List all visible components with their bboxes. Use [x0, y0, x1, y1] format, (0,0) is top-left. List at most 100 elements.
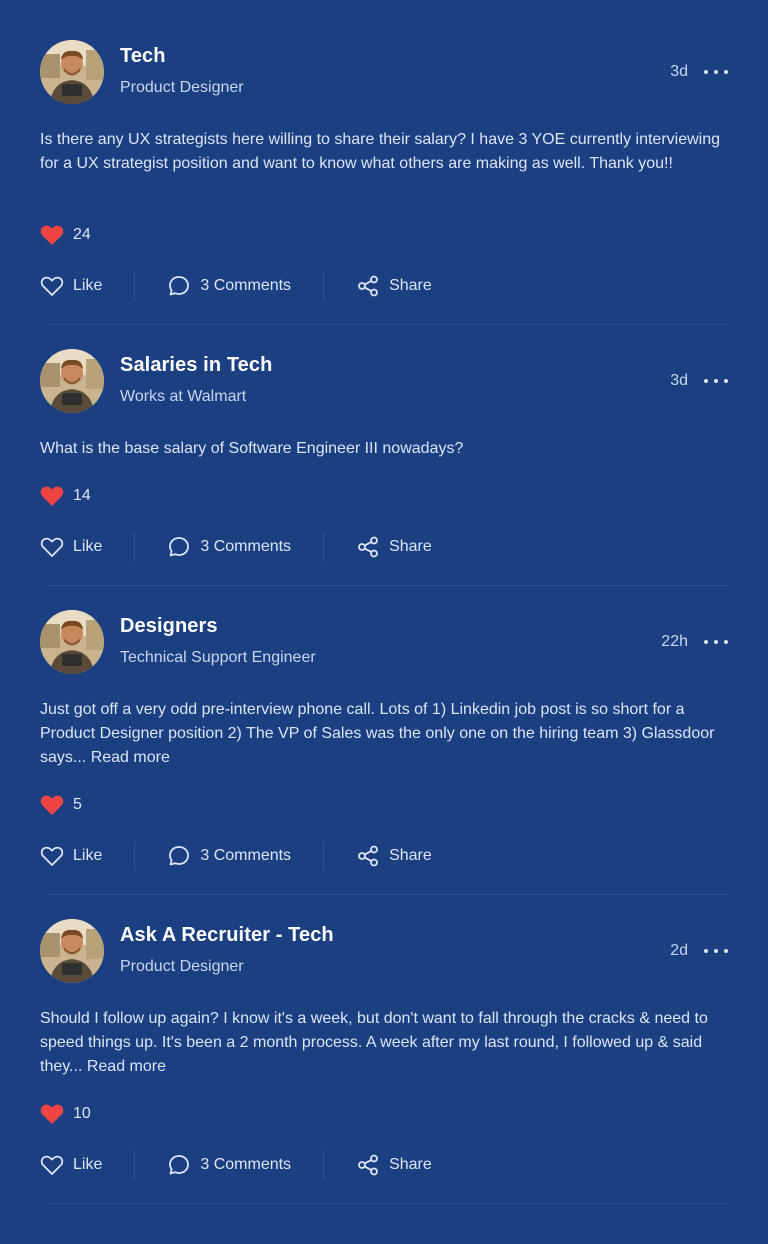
like-button[interactable]: Like [40, 1154, 102, 1176]
post-body: Is there any UX strategists here willing… [40, 131, 721, 172]
comments-button[interactable]: 3 Comments [167, 535, 291, 559]
post-header: Tech Product Designer 3d [40, 40, 728, 104]
heart-filled-icon [40, 225, 64, 245]
read-more-link[interactable]: Read more [87, 1058, 166, 1075]
post-header: Designers Technical Support Engineer 22h [40, 610, 728, 674]
share-label: Share [389, 277, 432, 294]
heart-filled-icon [40, 1104, 64, 1124]
group-name[interactable]: Designers [120, 615, 218, 638]
comments-button[interactable]: 3 Comments [167, 274, 291, 298]
more-options-icon[interactable] [704, 941, 728, 961]
like-button[interactable]: Like [40, 845, 102, 867]
post-text[interactable]: What is the base salary of Software Engi… [40, 437, 725, 461]
read-more-link[interactable]: Read more [91, 749, 170, 766]
post-header: Salaries in Tech Works at Walmart 3d [40, 349, 728, 413]
action-divider [134, 271, 136, 301]
comment-icon [169, 846, 190, 866]
heart-outline-icon [40, 537, 64, 557]
comment-icon [169, 537, 190, 557]
action-divider [134, 1150, 136, 1180]
comment-icon [169, 1155, 190, 1175]
like-button[interactable]: Like [40, 536, 102, 558]
post-actions: Like 3 Comments Share [40, 840, 432, 872]
like-count: 5 [73, 796, 82, 813]
avatar[interactable] [40, 40, 104, 104]
post-actions: Like 3 Comments Share [40, 1149, 432, 1181]
post-card: Ask A Recruiter - Tech Product Designer … [40, 919, 728, 1228]
action-divider [323, 1150, 325, 1180]
author-title: Product Designer [120, 958, 244, 975]
post-time: 22h [661, 633, 688, 650]
share-button[interactable]: Share [356, 1153, 432, 1177]
reactions: 24 [40, 224, 91, 246]
author-title: Technical Support Engineer [120, 649, 316, 666]
heart-filled-icon [40, 486, 64, 506]
post-time: 3d [670, 372, 688, 389]
share-button[interactable]: Share [356, 844, 432, 868]
action-divider [323, 532, 325, 562]
avatar[interactable] [40, 919, 104, 983]
post-actions: Like 3 Comments Share [40, 531, 432, 563]
post-header: Ask A Recruiter - Tech Product Designer … [40, 919, 728, 983]
post-actions: Like 3 Comments Share [40, 270, 432, 302]
post-time: 2d [670, 942, 688, 959]
share-label: Share [389, 847, 432, 864]
share-label: Share [389, 1156, 432, 1173]
author-title: Works at Walmart [120, 388, 247, 405]
reactions: 10 [40, 1103, 91, 1125]
like-label: Like [73, 1156, 103, 1173]
more-options-icon[interactable] [704, 632, 728, 652]
share-icon [358, 275, 378, 297]
post-text[interactable]: Should I follow up again? I know it's a … [40, 1007, 725, 1079]
post-divider [46, 1203, 728, 1204]
heart-outline-icon [40, 1155, 64, 1175]
group-name[interactable]: Tech [120, 45, 166, 68]
avatar[interactable] [40, 610, 104, 674]
like-label: Like [73, 277, 103, 294]
group-name[interactable]: Ask A Recruiter - Tech [120, 924, 334, 947]
post-time: 3d [670, 63, 688, 80]
share-icon [358, 1154, 378, 1176]
heart-outline-icon [40, 276, 64, 296]
share-icon [358, 845, 378, 867]
post-text[interactable]: Is there any UX strategists here willing… [40, 128, 725, 176]
post-card: Designers Technical Support Engineer 22h… [40, 610, 728, 919]
heart-filled-icon [40, 795, 64, 815]
share-icon [358, 536, 378, 558]
comments-button[interactable]: 3 Comments [167, 844, 291, 868]
comments-label: 3 Comments [200, 1156, 292, 1173]
more-options-icon[interactable] [704, 62, 728, 82]
post-text[interactable]: Just got off a very odd pre-interview ph… [40, 698, 725, 770]
post-card: Tech Product Designer 3d Is there any UX… [40, 40, 728, 349]
like-count: 14 [73, 487, 91, 504]
post-body: What is the base salary of Software Engi… [40, 440, 464, 457]
comments-label: 3 Comments [200, 847, 292, 864]
post-divider [46, 894, 728, 895]
reactions: 5 [40, 794, 82, 816]
action-divider [134, 532, 136, 562]
comments-label: 3 Comments [200, 538, 292, 555]
more-options-icon[interactable] [704, 371, 728, 391]
comments-button[interactable]: 3 Comments [167, 1153, 291, 1177]
author-title: Product Designer [120, 79, 244, 96]
share-label: Share [389, 538, 432, 555]
action-divider [323, 841, 325, 871]
like-label: Like [73, 847, 103, 864]
like-count: 10 [73, 1105, 91, 1122]
heart-outline-icon [40, 846, 64, 866]
group-name[interactable]: Salaries in Tech [120, 354, 272, 377]
comments-label: 3 Comments [200, 277, 292, 294]
action-divider [323, 271, 325, 301]
like-label: Like [73, 538, 103, 555]
like-count: 24 [73, 226, 91, 243]
like-button[interactable]: Like [40, 275, 102, 297]
post-divider [46, 324, 728, 325]
share-button[interactable]: Share [356, 535, 432, 559]
post-card: Salaries in Tech Works at Walmart 3d Wha… [40, 349, 728, 610]
post-divider [46, 585, 728, 586]
share-button[interactable]: Share [356, 274, 432, 298]
avatar[interactable] [40, 349, 104, 413]
action-divider [134, 841, 136, 871]
reactions: 14 [40, 485, 91, 507]
comment-icon [169, 276, 190, 296]
